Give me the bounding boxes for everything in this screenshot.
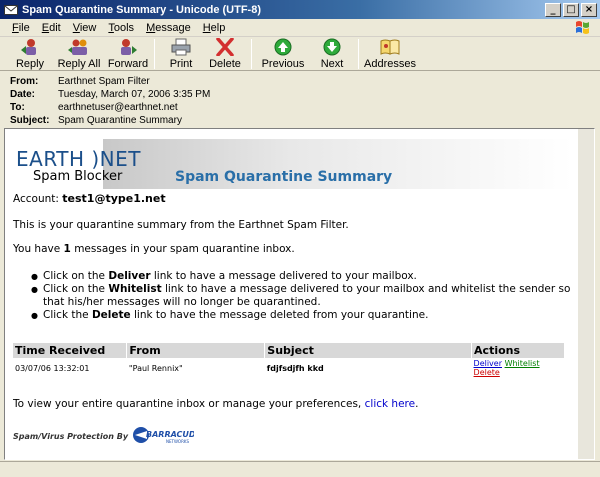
column-header-from: From: [126, 343, 266, 358]
menu-file[interactable]: File: [6, 22, 36, 34]
menu-view[interactable]: View: [67, 22, 103, 34]
print-button[interactable]: Print: [159, 37, 203, 71]
from-value: Earthnet Spam Filter: [58, 76, 150, 87]
list-item: Click the Delete link to have the messag…: [31, 309, 571, 322]
menu-tools[interactable]: Tools: [102, 22, 140, 34]
column-header-actions: Actions: [471, 343, 565, 358]
reply-all-button[interactable]: Reply All: [52, 37, 106, 71]
time-cell: 03/07/06 13:32:01: [15, 363, 90, 373]
intro-text: This is your quarantine summary from the…: [13, 219, 349, 231]
banner-title: Spam Quarantine Summary: [175, 169, 393, 185]
barracuda-logo: BARRACUDA NETWORKS: [132, 425, 202, 448]
next-button[interactable]: Next: [310, 37, 354, 71]
status-bar: [0, 461, 600, 477]
to-label: To:: [10, 102, 25, 113]
menu-message[interactable]: Message: [140, 22, 197, 34]
powered-by-text: Spam/Virus Protection By: [13, 432, 129, 441]
toolbar-separator: [251, 39, 252, 69]
spam-blocker-logo-text: Spam Blocker: [33, 169, 123, 184]
table-row: 03/07/06 13:32:01 "Paul Rennix" fdjfsdjf…: [13, 358, 565, 378]
list-item: Click on the Whitelist link to have a me…: [31, 283, 571, 309]
column-header-time: Time Received: [13, 343, 128, 358]
previous-button[interactable]: Previous: [256, 37, 310, 71]
reply-all-icon: [68, 38, 90, 56]
vertical-scrollbar[interactable]: [578, 129, 594, 459]
address-book-icon: [379, 38, 401, 56]
mail-icon: [4, 3, 18, 17]
close-button[interactable]: ×: [581, 2, 597, 17]
spam-blocker-banner: EARTH )NET Spam Blocker Spam Quarantine …: [13, 133, 573, 189]
down-arrow-icon: [321, 38, 343, 56]
from-cell: "Paul Rennix": [128, 363, 183, 373]
minimize-button[interactable]: _: [545, 2, 561, 17]
date-value: Tuesday, March 07, 2006 3:35 PM: [58, 89, 211, 100]
account-email: test1@type1.net: [62, 192, 166, 205]
quarantine-table: Time Received From Subject Actions 03/07…: [13, 343, 565, 378]
date-label: Date:: [10, 89, 36, 100]
forward-button[interactable]: Forward: [106, 37, 150, 71]
maximize-button[interactable]: □: [563, 2, 579, 17]
delete-x-icon: [214, 38, 236, 56]
title-bar: Spam Quarantine Summary - Unicode (UTF-8…: [0, 0, 600, 19]
to-value: earthnetuser@earthnet.net: [58, 102, 178, 113]
powered-by: Spam/Virus Protection By BARRACUDA NETWO…: [13, 425, 202, 448]
list-item: Click on the Deliver link to have a mess…: [31, 270, 571, 283]
menu-edit[interactable]: Edit: [36, 22, 67, 34]
windows-logo-icon: [572, 20, 594, 36]
window-title: Spam Quarantine Summary - Unicode (UTF-8…: [22, 3, 261, 16]
message-body[interactable]: EARTH )NET Spam Blocker Spam Quarantine …: [4, 128, 595, 460]
svg-text:NETWORKS: NETWORKS: [166, 439, 189, 444]
message-headers: From: Earthnet Spam Filter Date: Tuesday, …: [0, 72, 600, 128]
addresses-button[interactable]: Addresses: [363, 37, 417, 71]
whitelist-link[interactable]: Whitelist: [505, 359, 540, 368]
forward-icon: [117, 38, 139, 56]
column-header-subject: Subject: [264, 343, 473, 358]
earthnet-logo-text: EARTH )NET: [16, 147, 141, 171]
delete-button[interactable]: Delete: [203, 37, 247, 71]
printer-icon: [170, 38, 192, 56]
toolbar-separator: [358, 39, 359, 69]
actions-cell: Deliver Whitelist Delete: [472, 358, 565, 378]
subject-value: Spam Quarantine Summary: [58, 115, 182, 126]
reply-button[interactable]: Reply: [8, 37, 52, 71]
reply-icon: [19, 38, 41, 56]
up-arrow-icon: [272, 38, 294, 56]
message-count-line: You have 1 messages in your spam quarant…: [13, 243, 295, 255]
account-line: Account: test1@type1.net: [13, 192, 166, 205]
from-label: From:: [10, 76, 39, 87]
delete-link[interactable]: Delete: [474, 368, 500, 377]
preferences-line: To view your entire quarantine inbox or …: [13, 398, 419, 410]
menu-help[interactable]: Help: [197, 22, 232, 34]
toolbar-separator: [154, 39, 155, 69]
instructions-list: Click on the Deliver link to have a mess…: [31, 270, 571, 322]
menu-bar: File Edit View Tools Message Help: [0, 19, 600, 37]
svg-text:BARRACUDA: BARRACUDA: [146, 430, 194, 439]
message-count: 1: [63, 243, 71, 255]
deliver-link[interactable]: Deliver: [474, 359, 502, 368]
subject-label: Subject:: [10, 115, 50, 126]
subject-cell: fdjfsdjfh kkd: [266, 363, 324, 373]
toolbar: Reply Reply All Forward Print Delete Pre…: [0, 37, 600, 71]
click-here-link[interactable]: click here: [365, 398, 415, 410]
